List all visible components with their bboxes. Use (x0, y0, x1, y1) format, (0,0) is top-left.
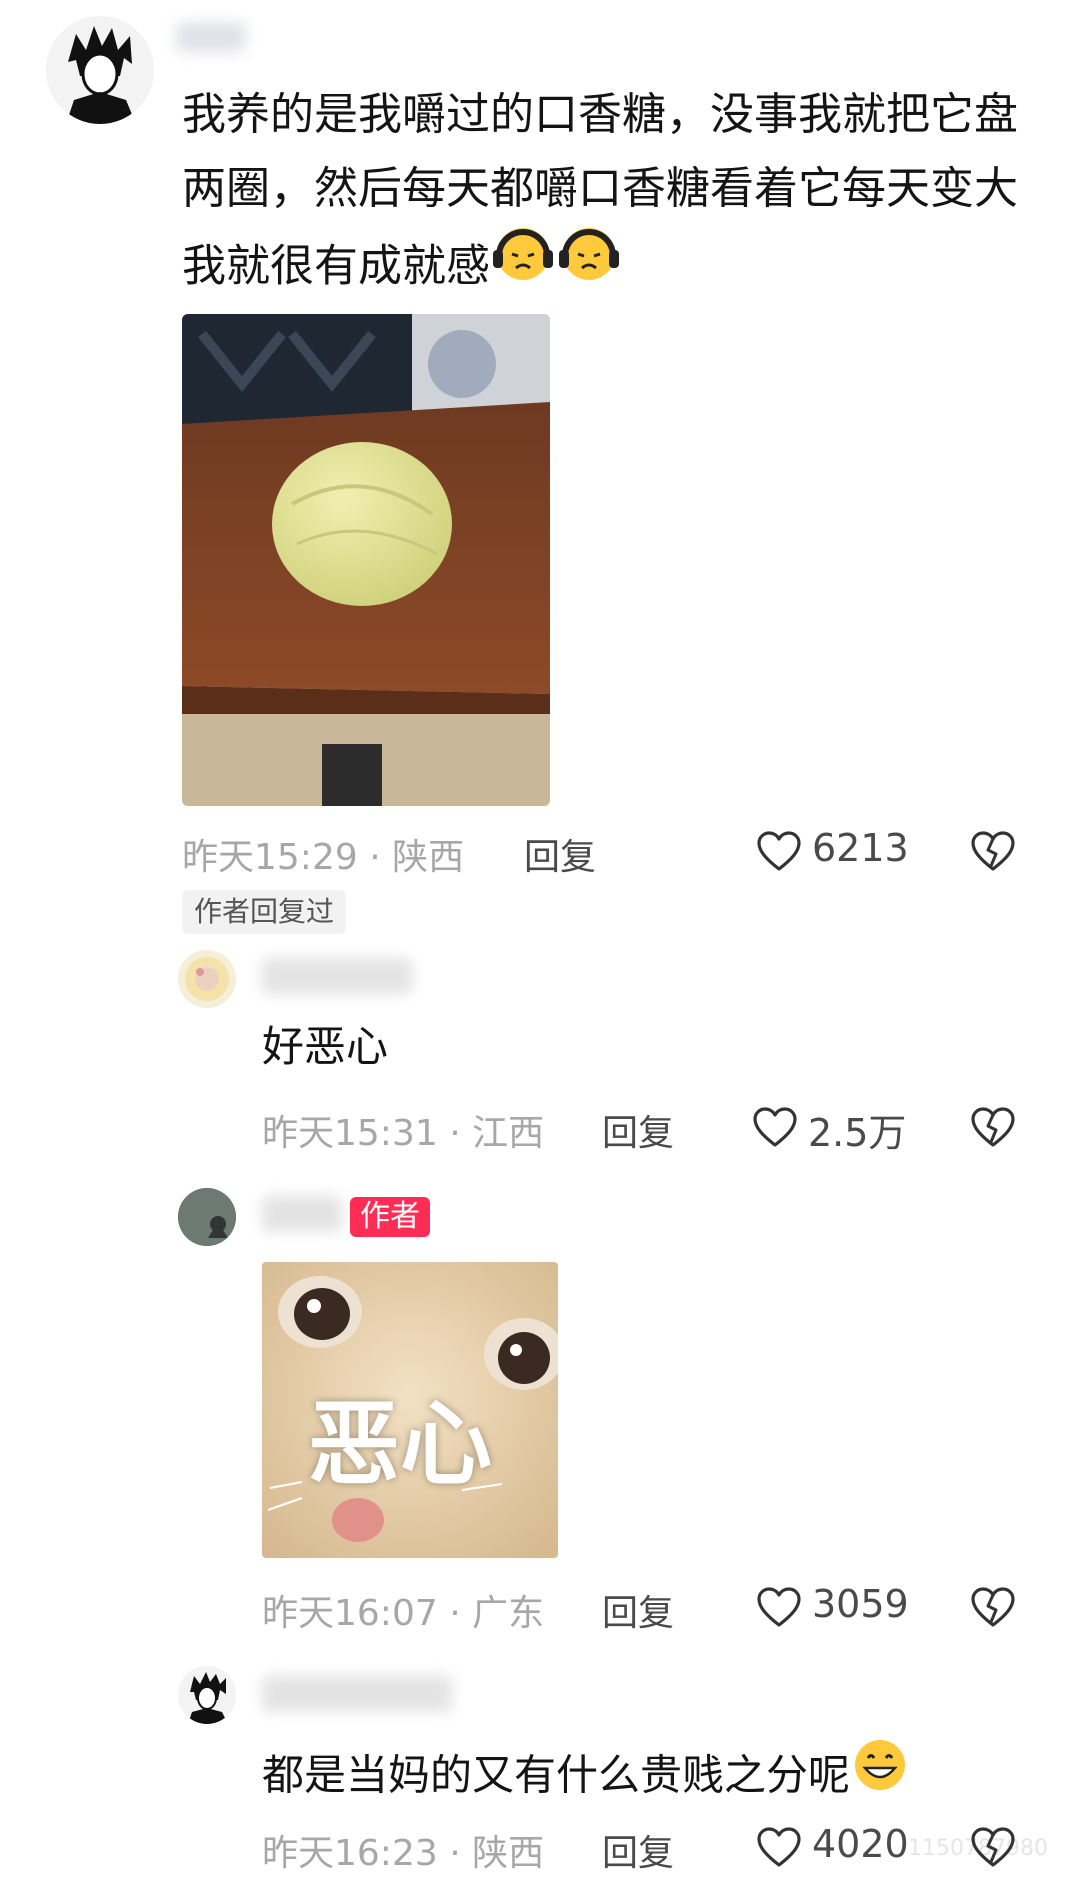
reply-reply-button[interactable]: 回复 (602, 1104, 674, 1156)
author-reply-button[interactable]: 回复 (602, 1584, 674, 1636)
reply-avatar[interactable] (178, 950, 236, 1008)
broken-heart-icon[interactable] (970, 1106, 1016, 1148)
grinning-face-emoji (850, 1736, 910, 1812)
comment-timestamp-location: 昨天15:29 · 陕西 (182, 837, 465, 878)
heart-outline-icon[interactable] (752, 1106, 798, 1148)
reply-timestamp-location: 昨天16:23 · 陕西 (262, 1833, 545, 1874)
sticker-caption: 恶心 (308, 1391, 493, 1498)
reply-text: 都是当妈的又有什么贵贱之分呢 (262, 1740, 910, 1816)
sad-face-emoji (556, 222, 622, 307)
comment-text: 我养的是我嚼过的口香糖，没事我就把它盘两圈，然后每天都嚼口香糖看着它每天变大我就… (182, 78, 1040, 311)
commenter-avatar[interactable] (46, 16, 154, 124)
author-badge: 作者 (350, 1197, 430, 1237)
commenter-name-blurred (176, 22, 246, 52)
sad-face-emoji (490, 222, 556, 307)
author-timestamp-location: 昨天16:07 · 广东 (262, 1593, 545, 1634)
heart-outline-icon[interactable] (756, 1826, 802, 1868)
author-avatar[interactable] (178, 1188, 236, 1246)
comment-photo[interactable] (182, 314, 550, 806)
reply-sticker[interactable]: 恶心 (262, 1262, 558, 1558)
reply-text: 好恶心 (262, 1022, 389, 1071)
author-name-blurred (262, 1196, 342, 1232)
heart-outline-icon[interactable] (756, 1586, 802, 1628)
heart-outline-icon[interactable] (756, 830, 802, 872)
broken-heart-icon[interactable] (970, 830, 1016, 872)
broken-heart-icon[interactable] (970, 1826, 1016, 1868)
reply-name-blurred (262, 958, 412, 994)
reply-name-blurred (262, 1676, 452, 1712)
reply-timestamp-location: 昨天15:31 · 江西 (262, 1113, 545, 1154)
reply-text-body: 都是当妈的又有什么贵贱之分呢 (262, 1750, 851, 1800)
comment-reply-button[interactable]: 回复 (524, 828, 596, 880)
reply-reply-button[interactable]: 回复 (602, 1824, 674, 1876)
reply-like-count: 2.5万 (808, 1111, 907, 1155)
reply-avatar[interactable] (178, 1666, 236, 1724)
author-like-count: 3059 (812, 1582, 909, 1626)
broken-heart-icon[interactable] (970, 1586, 1016, 1628)
reply-like-count: 4020 (812, 1822, 909, 1866)
author-replied-tag: 作者回复过 (182, 890, 347, 934)
comment-like-count: 6213 (812, 826, 909, 870)
